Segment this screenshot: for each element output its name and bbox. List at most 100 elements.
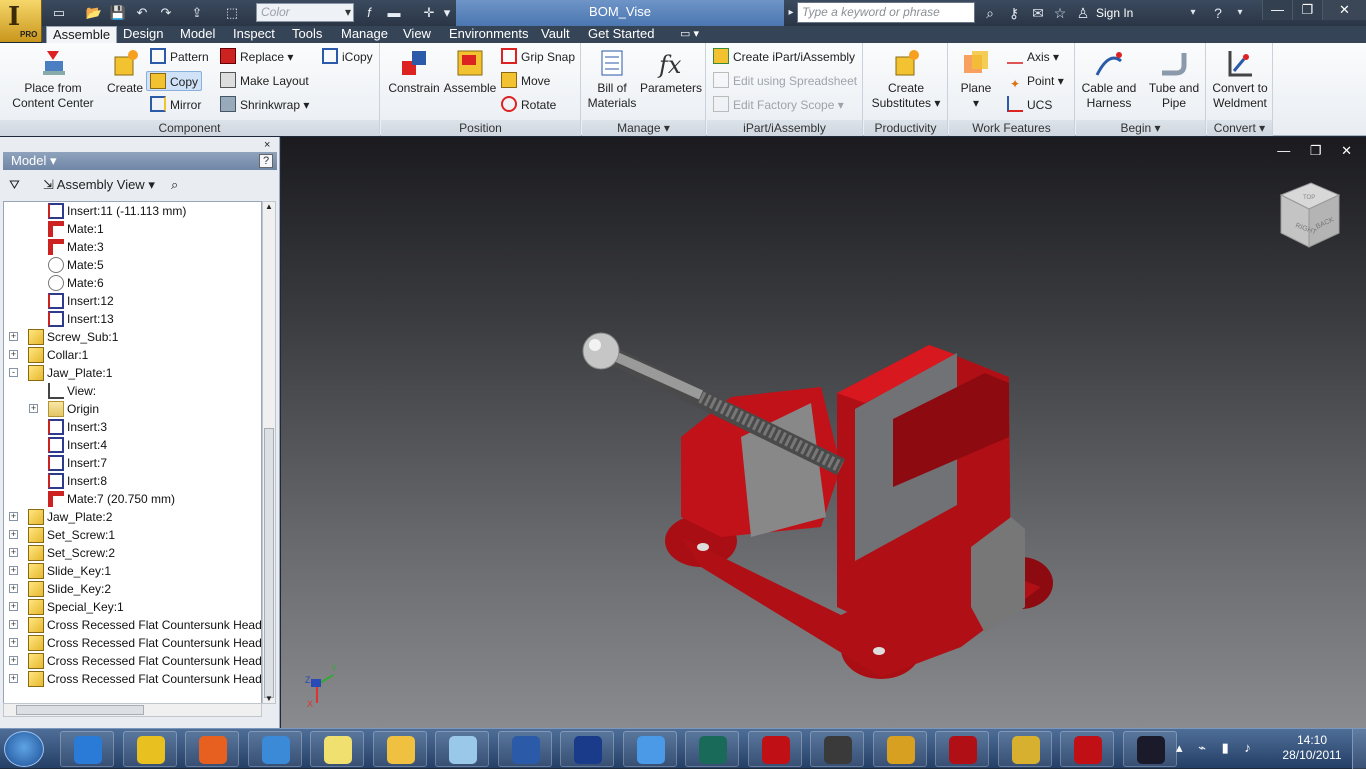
system-tray[interactable]: ▴ ⌁ ▮ ♪ xyxy=(1176,740,1257,756)
tab-design[interactable]: Design xyxy=(117,26,169,43)
browser-close-button[interactable]: × xyxy=(264,139,270,151)
find-binoculars-icon[interactable]: ⌕ xyxy=(171,174,178,196)
taskbar-paint-button[interactable] xyxy=(435,731,489,767)
replace-button[interactable]: Replace ▾ xyxy=(220,47,293,67)
create-component-button[interactable]: Create xyxy=(104,47,146,96)
taskbar-solidworks-sed-button[interactable] xyxy=(935,731,989,767)
tree-item[interactable]: Insert:3 xyxy=(4,418,261,436)
select-icon[interactable]: ⬚ xyxy=(222,4,242,22)
tree-item[interactable]: Insert:4 xyxy=(4,436,261,454)
tree-item[interactable]: Insert:12 xyxy=(4,292,261,310)
collapse-icon[interactable]: - xyxy=(9,368,18,377)
point-button[interactable]: ✦ Point ▾ xyxy=(1007,71,1064,91)
tab-assemble[interactable]: Assemble xyxy=(46,26,118,43)
cable-harness-button[interactable]: Cable and Harness xyxy=(1078,47,1140,111)
fx-icon[interactable]: f xyxy=(360,4,378,22)
expand-icon[interactable]: + xyxy=(9,674,18,683)
constrain-button[interactable]: Constrain xyxy=(385,47,443,96)
filter-icon[interactable]: ⛛ xyxy=(9,174,20,196)
tree-item[interactable]: Mate:3 xyxy=(4,238,261,256)
redo-icon[interactable]: ↷ xyxy=(156,4,176,22)
grip-snap-button[interactable]: Grip Snap xyxy=(501,47,575,67)
copy-button[interactable]: Copy xyxy=(146,71,203,91)
taskbar-firefox-button[interactable] xyxy=(185,731,239,767)
tree-vertical-scrollbar[interactable]: ▲ ▼ xyxy=(262,201,276,704)
binoculars-icon[interactable]: ⌕ xyxy=(980,3,1000,23)
tree-item[interactable]: + Set_Screw:1 xyxy=(4,526,261,544)
taskbar-inventor-button[interactable] xyxy=(997,731,1052,767)
tab-model[interactable]: Model xyxy=(174,26,221,43)
tree-horizontal-scrollbar[interactable] xyxy=(3,703,262,717)
icopy-button[interactable]: iCopy xyxy=(322,47,373,67)
parameters-button[interactable]: fx Parameters xyxy=(640,47,702,96)
taskbar-autocad-button[interactable] xyxy=(747,731,802,767)
browser-help-button[interactable]: ? xyxy=(259,154,273,168)
tab-vault[interactable]: Vault xyxy=(535,26,576,43)
mirror-button[interactable]: Mirror xyxy=(150,95,201,115)
tree-item[interactable]: + Slide_Key:1 xyxy=(4,562,261,580)
expand-icon[interactable]: + xyxy=(9,332,18,341)
search-input[interactable]: Type a keyword or phrase xyxy=(797,2,975,23)
bill-of-materials-button[interactable]: Bill of Materials xyxy=(586,47,638,111)
assemble-button[interactable]: Assemble xyxy=(441,47,499,96)
tab-inspect[interactable]: Inspect xyxy=(227,26,281,43)
rotate-button[interactable]: Rotate xyxy=(501,95,556,115)
tree-item[interactable]: + Collar:1 xyxy=(4,346,261,364)
axis-button[interactable]: Axis ▾ xyxy=(1007,47,1059,67)
convert-weldment-button[interactable]: Convert to Weldment xyxy=(1209,47,1271,111)
expand-icon[interactable]: + xyxy=(9,350,18,359)
new-icon[interactable]: ▭ xyxy=(48,4,70,22)
tree-item[interactable]: Insert:8 xyxy=(4,472,261,490)
tab-tools[interactable]: Tools xyxy=(286,26,328,43)
open-icon[interactable]: 📂 xyxy=(84,4,104,22)
help-dropdown-icon[interactable]: ▾ xyxy=(1230,3,1250,23)
tree-item[interactable]: + Screw_Sub:1 xyxy=(4,328,261,346)
expand-icon[interactable]: + xyxy=(9,566,18,575)
tab-get-started[interactable]: Get Started xyxy=(582,26,660,43)
taskbar-autocad-d-button[interactable] xyxy=(872,731,927,767)
expand-icon[interactable]: + xyxy=(9,512,18,521)
tree-item[interactable]: + Cross Recessed Flat Countersunk Head Ma… xyxy=(4,634,261,652)
taskbar-file-explorer-button[interactable] xyxy=(372,731,427,767)
assembly-view-dropdown[interactable]: ⇲ Assembly View ▾ xyxy=(43,174,155,196)
qat-menu-icon[interactable]: ▾ xyxy=(440,4,454,22)
tree-scroll-thumb[interactable] xyxy=(264,428,274,698)
clock[interactable]: 14:10 28/10/2011 xyxy=(1282,733,1342,763)
maximize-button[interactable]: ❐ xyxy=(1292,0,1322,20)
color-select[interactable]: Color ▾ xyxy=(256,3,354,22)
tree-item[interactable]: Mate:5 xyxy=(4,256,261,274)
tree-item[interactable]: Insert:11 (-11.113 mm) xyxy=(4,202,261,220)
tab-view[interactable]: View xyxy=(397,26,437,43)
plane-button[interactable]: Plane ▾ xyxy=(953,47,999,111)
expand-icon[interactable]: + xyxy=(9,548,18,557)
convert-panel-title[interactable]: Convert ▾ xyxy=(1207,120,1272,136)
taskbar-dropbox-button[interactable] xyxy=(622,731,677,767)
begin-panel-title[interactable]: Begin ▾ xyxy=(1076,120,1205,136)
communication-icon[interactable]: ✉ xyxy=(1028,3,1048,23)
tree-item[interactable]: Mate:7 (20.750 mm) xyxy=(4,490,261,508)
taskbar-sticky-notes-button[interactable] xyxy=(310,731,364,767)
sign-in-link[interactable]: Sign In xyxy=(1096,3,1133,23)
expand-icon[interactable]: + xyxy=(29,404,38,413)
taskbar-3ds-max-button[interactable] xyxy=(685,731,739,767)
tree-item[interactable]: Mate:6 xyxy=(4,274,261,292)
taskbar-media-player-button[interactable] xyxy=(247,731,302,767)
tree-item[interactable]: Insert:13 xyxy=(4,310,261,328)
tree-item[interactable]: + Set_Screw:2 xyxy=(4,544,261,562)
expand-icon[interactable]: + xyxy=(9,530,18,539)
expand-icon[interactable]: + xyxy=(9,656,18,665)
viewcube[interactable]: RIGHT BACK TOP xyxy=(1279,182,1341,248)
browser-header[interactable]: Model ▾ ? xyxy=(3,152,277,170)
user-icon[interactable]: ♙ xyxy=(1073,3,1093,23)
expand-icon[interactable]: + xyxy=(9,602,18,611)
scroll-up-icon[interactable]: ▲ xyxy=(265,202,273,211)
taskbar-internet-explorer-button[interactable] xyxy=(60,731,114,767)
pattern-button[interactable]: Pattern xyxy=(150,47,209,67)
return-icon[interactable]: ⇪ xyxy=(186,4,208,22)
taskbar-crown-app-button[interactable] xyxy=(560,731,614,767)
close-button[interactable]: ✕ xyxy=(1322,0,1366,20)
taskbar-chrome-button[interactable] xyxy=(122,731,177,767)
place-content-center-button[interactable]: Place from Content Center xyxy=(6,47,100,111)
scroll-down-icon[interactable]: ▼ xyxy=(265,694,273,703)
tree-item[interactable]: + Cross Recessed Flat Countersunk Head Ma… xyxy=(4,670,261,688)
